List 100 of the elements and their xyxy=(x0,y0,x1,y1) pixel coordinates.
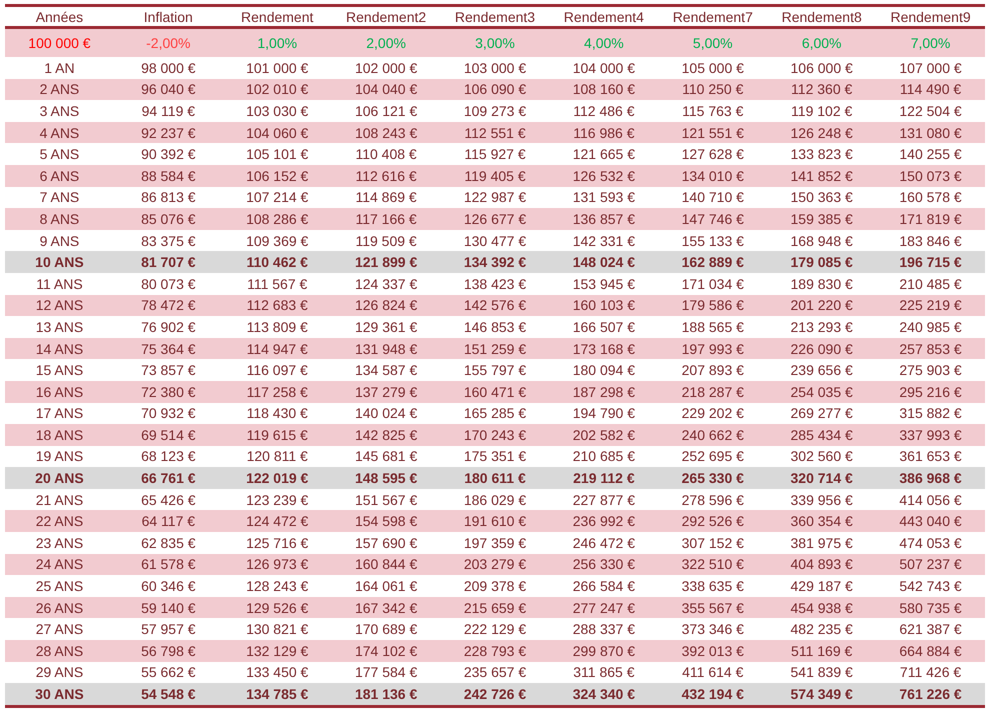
table-cell-text: 111 567 € xyxy=(246,274,308,294)
table-cell-text: 164 061 € xyxy=(354,577,418,596)
table-cell-text: 112 551 € xyxy=(463,124,527,143)
table-cell-text: 411 614 € xyxy=(681,663,744,682)
table-cell-text: 106 152 € xyxy=(245,166,310,186)
table-cell-text: 124 337 € xyxy=(354,274,418,294)
table-cell-text: 109 369 € xyxy=(245,232,310,251)
table-cell-text: 116 097 € xyxy=(246,361,309,380)
table-cell-text: 432 194 € xyxy=(680,685,745,704)
table-cell-text: 5 ANS xyxy=(38,145,80,164)
table-cell-text: 150 363 € xyxy=(790,188,854,208)
table-cell-text: 134 010 € xyxy=(680,166,745,186)
table-cell-text: 119 405 € xyxy=(463,166,527,186)
column-header: Rendement7 xyxy=(672,8,754,26)
table-cell-text: 134 587 € xyxy=(354,361,418,380)
table-cell-text: 23 ANS xyxy=(34,534,84,553)
table-cell-text: 16 ANS xyxy=(34,382,84,402)
table-cell-text: 295 216 € xyxy=(898,382,963,402)
table-cell-text: 137 279 € xyxy=(354,382,418,402)
table-cell-text: 151 567 € xyxy=(354,490,418,510)
table-cell-text: 90 392 € xyxy=(140,145,197,164)
table-cell-text: 285 434 € xyxy=(790,426,854,445)
table-cell-text: 210 685 € xyxy=(572,447,636,466)
table-cell-text: 142 576 € xyxy=(462,296,528,316)
table-cell-text: 120 811 € xyxy=(246,447,309,466)
table-cell-text: 209 378 € xyxy=(462,577,528,596)
table-cell-text: 155 133 € xyxy=(680,232,745,251)
table-cell-text: 166 507 € xyxy=(572,318,636,337)
table-cell-text: 2 ANS xyxy=(38,80,80,100)
table-cell-text: 61 578 € xyxy=(140,555,197,574)
table-cell-text: 275 903 € xyxy=(898,361,963,380)
table-cell-text: 160 103 € xyxy=(572,296,636,316)
table-cell-text: 188 565 € xyxy=(680,318,745,337)
table-cell-text: 222 129 € xyxy=(462,620,528,640)
table-cell-text: 133 450 € xyxy=(245,663,310,682)
rate-cell-text: 2,00% xyxy=(365,34,407,53)
table-cell-text: 171 034 € xyxy=(680,274,745,294)
table-cell-text: 236 992 € xyxy=(572,512,636,532)
rate-cell-text: 7,00% xyxy=(910,34,952,53)
table-cell-text: 140 024 € xyxy=(354,404,418,424)
table-cell-text: 203 279 € xyxy=(462,555,528,574)
table-cell-text: 324 340 € xyxy=(572,685,636,704)
table-cell-text: 107 000 € xyxy=(898,58,963,78)
table-cell-text: 129 361 € xyxy=(354,318,418,337)
table-cell-text: 57 957 € xyxy=(140,620,197,640)
table-cell-text: 443 040 € xyxy=(898,512,963,532)
table-cell-text: 15 ANS xyxy=(34,361,84,380)
table-cell-text: 11 ANS xyxy=(35,274,84,294)
table-cell-text: 121 899 € xyxy=(354,253,418,272)
table-cell-text: 105 000 € xyxy=(680,58,745,78)
table-cell-text: 174 102 € xyxy=(354,642,418,661)
table-cell-text: 68 123 € xyxy=(140,447,197,466)
table-cell-text: 160 578 € xyxy=(898,188,963,208)
table-cell-text: 218 287 € xyxy=(680,382,745,402)
table-cell-text: 103 000 € xyxy=(462,58,528,78)
table-cell-text: 1 AN xyxy=(43,58,76,78)
table-cell-text: 141 852 € xyxy=(790,166,854,186)
table-cell-text: 160 471 € xyxy=(462,382,528,402)
table-cell-text: 103 030 € xyxy=(245,102,310,121)
table-cell-text: 13 ANS xyxy=(34,318,84,337)
table-cell-text: 292 526 € xyxy=(680,512,745,532)
rate-cell-text: 100 000 € xyxy=(27,34,92,53)
table-cell-text: 24 ANS xyxy=(34,555,84,574)
table-cell-text: 392 013 € xyxy=(680,642,745,661)
table-cell-text: 711 426 € xyxy=(898,663,962,682)
table-cell-text: 130 477 € xyxy=(462,232,528,251)
rate-cell-text: 3,00% xyxy=(474,34,516,53)
table-cell-text: 181 136 € xyxy=(354,685,418,704)
column-header: Années xyxy=(34,8,84,26)
table-cell-text: 361 653 € xyxy=(898,447,963,466)
table-cell-text: 474 053 € xyxy=(898,534,963,553)
table-cell-text: 10 ANS xyxy=(34,253,85,272)
table-cell-text: 114 947 € xyxy=(246,340,309,359)
table-cell-text: 26 ANS xyxy=(34,598,84,618)
table-cell-text: 65 426 € xyxy=(140,490,197,510)
table-cell-text: 278 596 € xyxy=(680,490,745,510)
table-cell-text: 6 ANS xyxy=(38,166,80,186)
table-cell-text: 228 793 € xyxy=(462,642,528,661)
table-cell-text: 119 509 € xyxy=(354,232,418,251)
table-cell-text: 19 ANS xyxy=(34,447,84,466)
table-cell-text: 225 219 € xyxy=(898,296,963,316)
table-cell-text: 110 408 € xyxy=(354,145,418,164)
table-cell-text: 197 993 € xyxy=(680,340,745,359)
table-cell-text: 177 584 € xyxy=(354,663,418,682)
table-cell-text: 235 657 € xyxy=(462,663,528,682)
table-cell-text: 189 830 € xyxy=(790,274,854,294)
table-cell-text: 507 237 € xyxy=(898,555,963,574)
table-cell-text: 126 677 € xyxy=(462,210,528,229)
table-cell-text: 27 ANS xyxy=(34,620,84,640)
table-cell-text: 122 987 € xyxy=(462,188,528,208)
table-cell-text: 64 117 € xyxy=(140,512,196,532)
table-cell-text: 219 112 € xyxy=(572,469,636,488)
table-cell-text: 146 853 € xyxy=(462,318,528,337)
table-cell-text: 542 743 € xyxy=(898,577,963,596)
table-cell-text: 106 090 € xyxy=(462,80,528,100)
table-cell-text: 126 532 € xyxy=(572,166,636,186)
table-cell-text: 360 354 € xyxy=(790,512,854,532)
table-cell-text: 108 286 € xyxy=(245,210,310,229)
table-cell-text: 138 423 € xyxy=(462,274,528,294)
table-cell-text: 122 019 € xyxy=(245,469,310,488)
